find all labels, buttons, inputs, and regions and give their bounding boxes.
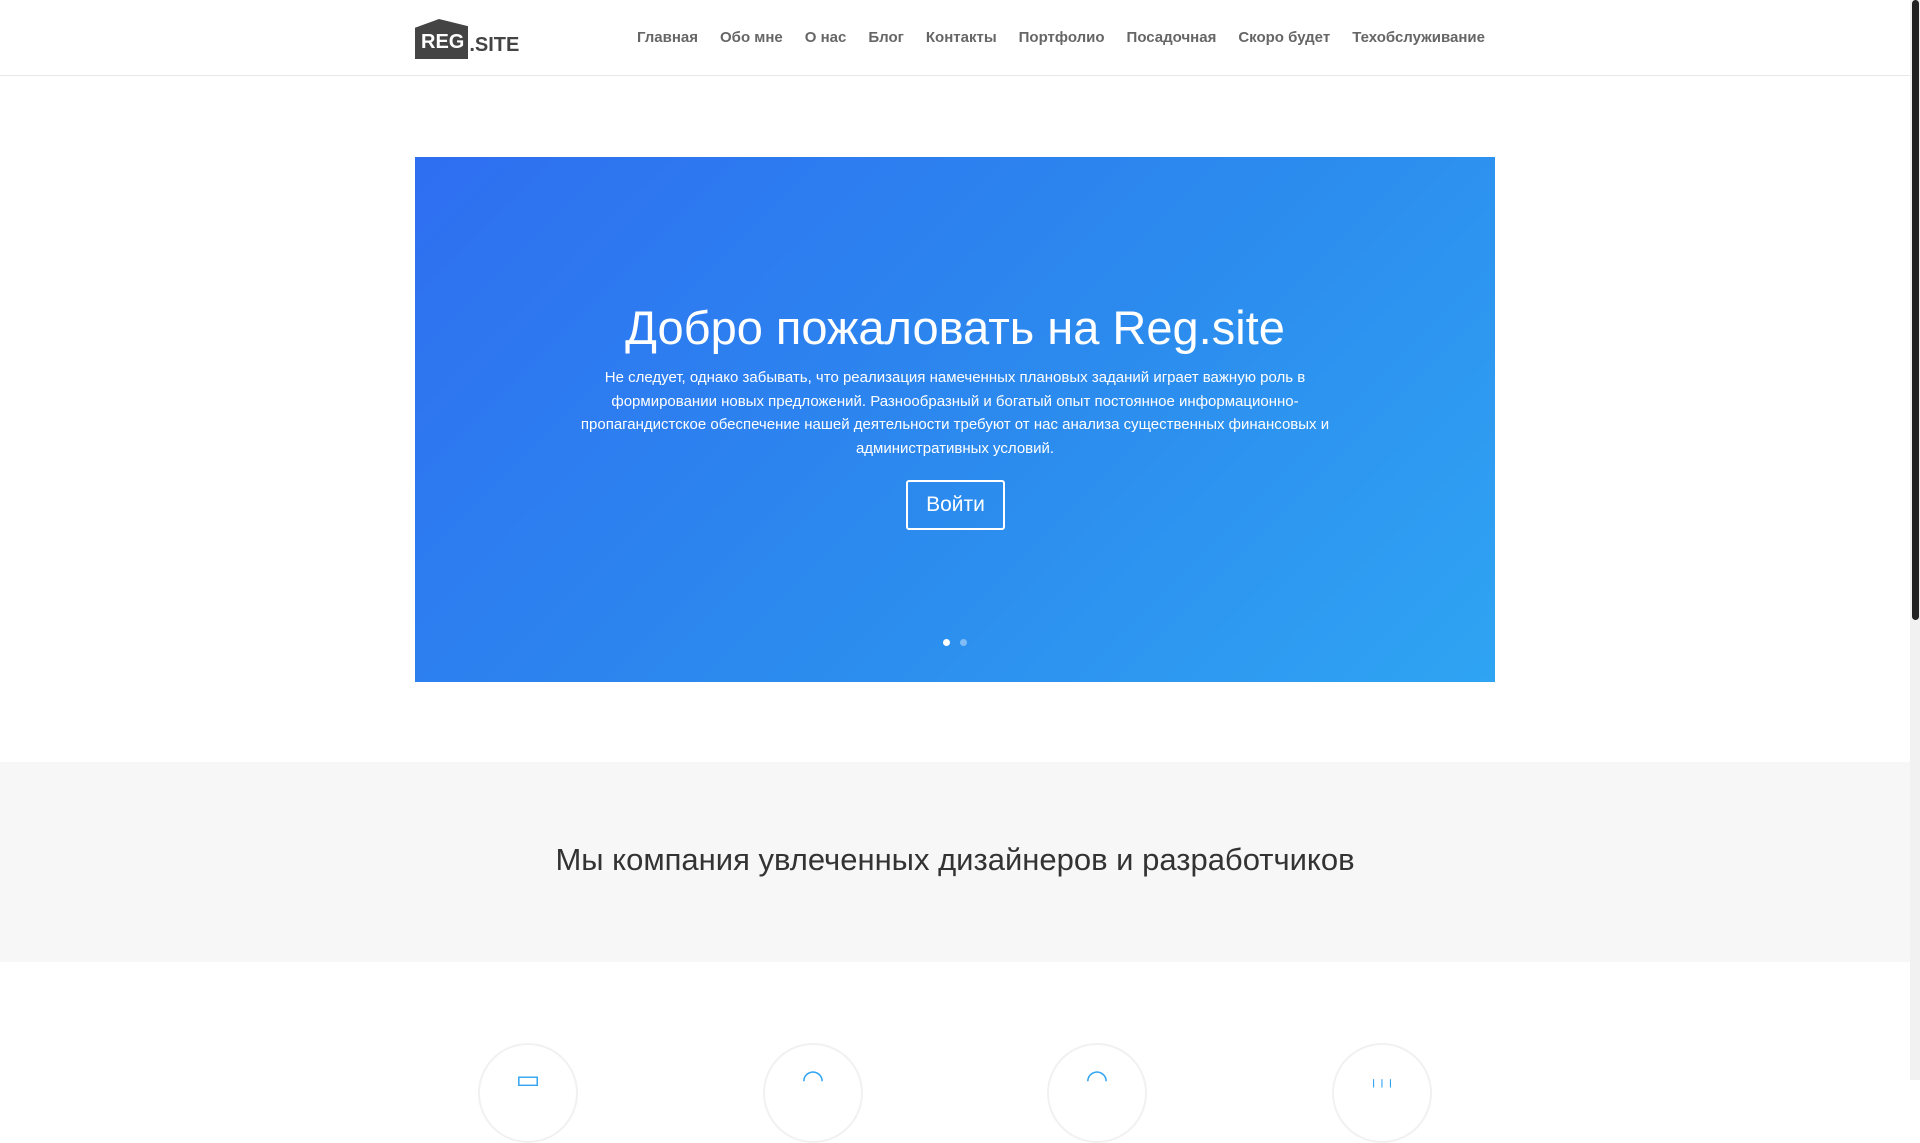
feature-circle: ▭ (478, 1043, 578, 1143)
nav-maintenance[interactable]: Техобслуживание (1352, 29, 1485, 46)
slider-dot-2[interactable] (960, 639, 967, 646)
hero-title: Добро пожаловать на Reg.site (625, 301, 1285, 354)
logo[interactable]: REG .SITE (415, 19, 519, 59)
nav-home[interactable]: Главная (637, 29, 698, 46)
nav-landing[interactable]: Посадочная (1127, 29, 1217, 46)
nav-contacts[interactable]: Контакты (926, 29, 997, 46)
site-header: REG .SITE Главная Обо мне О нас Блог Кон… (0, 0, 1910, 76)
location-icon: ◠ (801, 1064, 825, 1094)
nav-coming-soon[interactable]: Скоро будет (1238, 29, 1330, 46)
intro-section: Мы компания увлеченных дизайнеров и разр… (0, 762, 1910, 962)
logo-text: .SITE (469, 33, 520, 56)
logo-mark: REG (415, 19, 469, 59)
slider-dot-1[interactable] (943, 639, 950, 646)
feature-circle: ◠ (1047, 1043, 1147, 1143)
scrollbar-thumb[interactable] (1912, 0, 1919, 620)
nav-about-me[interactable]: Обо мне (720, 29, 783, 46)
nav-about-us[interactable]: О нас (805, 29, 847, 46)
speed-icon: ◠ (1085, 1064, 1109, 1094)
intro-heading: Мы компания увлеченных дизайнеров и разр… (555, 842, 1355, 877)
chart-icon: ╷╷╷ (1369, 1071, 1395, 1087)
nav-portfolio[interactable]: Портфолио (1019, 29, 1105, 46)
login-button[interactable]: Войти (906, 480, 1005, 530)
tablet-icon: ▭ (515, 1064, 541, 1094)
main-nav: Главная Обо мне О нас Блог Контакты Порт… (637, 29, 1485, 46)
feature-circle: ◠ (763, 1043, 863, 1143)
feature-circle: ╷╷╷ (1332, 1043, 1432, 1143)
hero-text: Не следует, однако забывать, что реализа… (580, 369, 1330, 457)
nav-blog[interactable]: Блог (868, 29, 904, 46)
hero-slider: Добро пожаловать на Reg.site Не следует,… (415, 157, 1495, 682)
